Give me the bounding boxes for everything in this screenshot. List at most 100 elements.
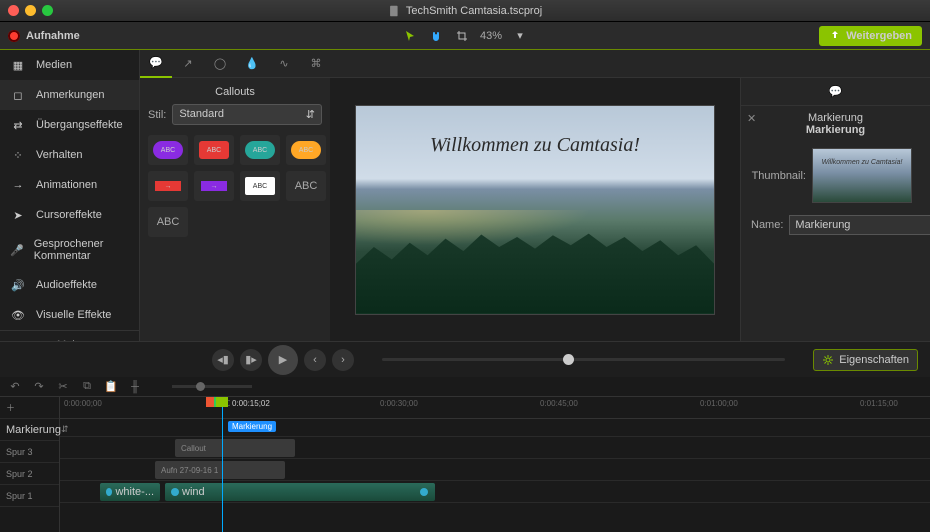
- track-label-3[interactable]: Spur 3: [0, 441, 59, 463]
- next-frame-button[interactable]: ▮▸: [240, 349, 262, 371]
- track-label-2[interactable]: Spur 2: [0, 463, 59, 485]
- track-3[interactable]: Callout: [60, 437, 930, 459]
- sidebar-item-animationen[interactable]: →Animationen: [0, 170, 139, 200]
- share-button[interactable]: Weitergeben: [819, 26, 922, 46]
- document-icon: [388, 5, 400, 17]
- tick: 0:01:00;00: [700, 399, 738, 408]
- callout-green-cloud[interactable]: ABC: [240, 135, 280, 165]
- callout-purple-arrow[interactable]: →: [194, 171, 234, 201]
- clip-wind[interactable]: wind: [165, 483, 435, 501]
- playback-scrubber[interactable]: [382, 358, 785, 361]
- timeline-toolbar: ↶ ↷ ✂ ⧉ 📋 ╫: [0, 377, 930, 397]
- tab-blur[interactable]: 💧: [236, 50, 268, 78]
- clip-white[interactable]: white-...: [100, 483, 160, 501]
- callout-orange-cloud[interactable]: ABC: [286, 135, 326, 165]
- pointer-tool[interactable]: [402, 28, 418, 44]
- track-label-1[interactable]: Spur 1: [0, 485, 59, 507]
- style-select[interactable]: Standard⇵: [172, 104, 322, 125]
- media-icon: ▦: [10, 58, 26, 72]
- track-2[interactable]: Aufn 27-09-16 1: [60, 459, 930, 481]
- sidebar-item-kommentar[interactable]: 🎤Gesprochener Kommentar: [0, 230, 139, 270]
- callout-text-2[interactable]: ABC: [148, 207, 188, 237]
- sidebar-item-audio[interactable]: 🔊Audioeffekte: [0, 270, 139, 300]
- timeline: ↶ ↷ ✂ ⧉ 📋 ╫ ＋ Markierung ⇵ Spur 3 Spur 2…: [0, 377, 930, 532]
- behavior-icon: ⁘: [10, 148, 26, 162]
- record-button[interactable]: Aufnahme: [8, 30, 80, 42]
- sidebar-item-medien[interactable]: ▦Medien: [0, 50, 139, 80]
- redo-button[interactable]: ↷: [32, 380, 46, 393]
- eye-icon: 👁: [10, 308, 26, 322]
- callout-grid: ABC ABC ABC ABC → → ABC ABC ABC: [148, 135, 322, 237]
- prev-frame-button[interactable]: ◂▮: [212, 349, 234, 371]
- zoom-level[interactable]: 43%: [480, 30, 502, 42]
- chevron-down-icon: ⇵: [306, 108, 315, 121]
- track-area[interactable]: 0:00:00;00 0:00:15;00 0:00:30;00 0:00:45…: [60, 397, 930, 532]
- window-title: TechSmith Camtasia.tscproj: [388, 5, 542, 17]
- callout-red-arrow[interactable]: →: [148, 171, 188, 201]
- titlebar: TechSmith Camtasia.tscproj: [0, 0, 930, 22]
- crop-tool[interactable]: [454, 28, 470, 44]
- tick: 0:00:30;00: [380, 399, 418, 408]
- share-icon: [829, 30, 841, 42]
- sidebar-item-uebergang[interactable]: ⇄Übergangseffekte: [0, 110, 139, 140]
- clip-callout[interactable]: Callout: [175, 439, 295, 457]
- marker-indicator-red[interactable]: [206, 397, 214, 407]
- callout-white-box[interactable]: ABC: [240, 171, 280, 201]
- minimize-window-button[interactable]: [25, 5, 36, 16]
- annotation-icon: ◻: [10, 88, 26, 102]
- record-icon: [8, 30, 20, 42]
- sidebar-item-anmerkungen[interactable]: ◻Anmerkungen: [0, 80, 139, 110]
- paste-button[interactable]: 📋: [104, 380, 118, 393]
- play-button[interactable]: ▶: [268, 345, 298, 375]
- canvas-title-text: Willkommen zu Camtasia!: [356, 134, 714, 157]
- cursor-icon: ➤: [10, 208, 26, 222]
- transition-icon: ⇄: [10, 118, 26, 132]
- step-fwd-button[interactable]: ›: [332, 349, 354, 371]
- tab-callouts[interactable]: 💬: [140, 50, 172, 78]
- name-input[interactable]: [789, 215, 930, 235]
- ruler-spacer: ＋: [0, 397, 59, 419]
- hand-tool[interactable]: [428, 28, 444, 44]
- step-back-button[interactable]: ‹: [304, 349, 326, 371]
- comment-tab-icon[interactable]: 💬: [829, 85, 843, 98]
- zoom-dropdown-icon[interactable]: ▾: [512, 28, 528, 44]
- props-tab-2[interactable]: Markierung: [741, 124, 930, 136]
- split-button[interactable]: ╫: [128, 381, 142, 393]
- name-label: Name:: [751, 219, 783, 231]
- timeline-zoom-slider[interactable]: [172, 385, 252, 388]
- track-1[interactable]: white-... wind: [60, 481, 930, 503]
- marker-track[interactable]: Markierung: [60, 419, 930, 437]
- playback-bar: ◂▮ ▮▸ ▶ ‹ › Eigenschaften: [0, 341, 930, 377]
- cut-button[interactable]: ✂: [56, 380, 70, 393]
- properties-button[interactable]: Eigenschaften: [813, 349, 918, 371]
- callout-purple-bubble[interactable]: ABC: [148, 135, 188, 165]
- undo-button[interactable]: ↶: [8, 380, 22, 393]
- tab-arrows[interactable]: ↗: [172, 50, 204, 78]
- animation-icon: →: [10, 178, 26, 192]
- copy-button[interactable]: ⧉: [80, 380, 94, 393]
- zoom-window-button[interactable]: [42, 5, 53, 16]
- sidebar-item-cursor[interactable]: ➤Cursoreffekte: [0, 200, 139, 230]
- properties-panel: 💬 ✕ Markierung Markierung Thumbnail: Nam…: [740, 78, 930, 341]
- tab-motion[interactable]: ∿: [268, 50, 300, 78]
- marker-chip[interactable]: Markierung: [228, 421, 276, 432]
- mic-icon: 🎤: [10, 243, 24, 257]
- preview-canvas[interactable]: Willkommen zu Camtasia!: [355, 105, 715, 315]
- sidebar-item-verhalten[interactable]: ⁘Verhalten: [0, 140, 139, 170]
- tool-sidebar: ▦Medien ◻Anmerkungen ⇄Übergangseffekte ⁘…: [0, 50, 140, 341]
- tab-keystroke[interactable]: ⌘: [300, 50, 332, 78]
- time-ruler[interactable]: 0:00:00;00 0:00:15;00 0:00:30;00 0:00:45…: [60, 397, 930, 419]
- playhead[interactable]: [222, 397, 223, 532]
- close-props-button[interactable]: ✕: [747, 112, 756, 125]
- callout-red-bubble[interactable]: ABC: [194, 135, 234, 165]
- window-controls: [0, 5, 53, 16]
- tab-shapes[interactable]: ◯: [204, 50, 236, 78]
- marker-row-label[interactable]: Markierung ⇵: [0, 419, 59, 441]
- close-window-button[interactable]: [8, 5, 19, 16]
- props-tab-1[interactable]: Markierung: [741, 112, 930, 124]
- thumbnail-label: Thumbnail:: [751, 170, 806, 182]
- callout-text[interactable]: ABC: [286, 171, 326, 201]
- callouts-title: Callouts: [148, 86, 322, 98]
- clip-aufnahme[interactable]: Aufn 27-09-16 1: [155, 461, 285, 479]
- sidebar-item-visuell[interactable]: 👁Visuelle Effekte: [0, 300, 139, 330]
